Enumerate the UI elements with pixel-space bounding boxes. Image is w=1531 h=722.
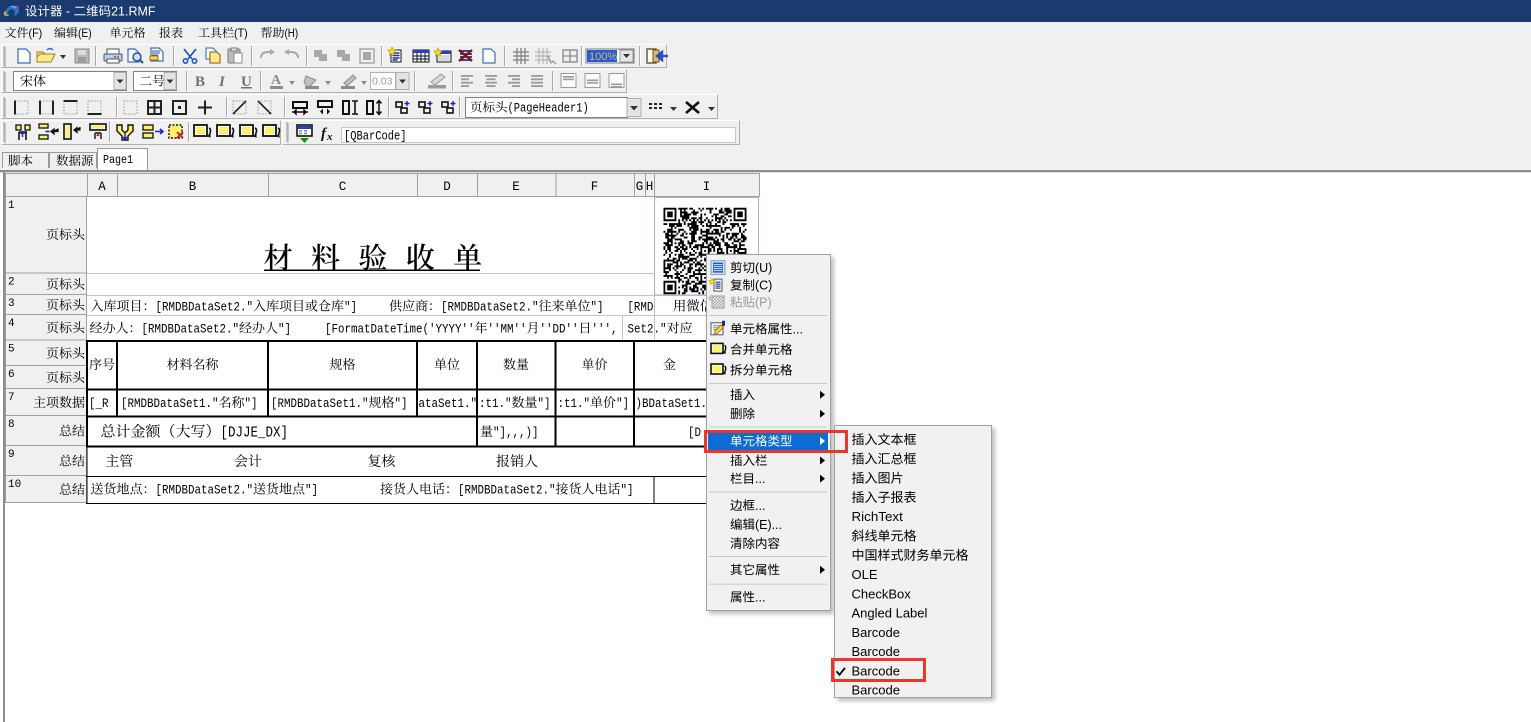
svg-text:(U): (U)	[755, 261, 772, 275]
svg-text:...: ...	[755, 499, 765, 513]
svg-text:OLE: OLE	[852, 567, 878, 582]
svg-text:(P): (P)	[755, 296, 772, 310]
svg-text:...: ...	[755, 472, 765, 486]
svg-text:(C): (C)	[755, 279, 772, 293]
svg-text:CheckBox: CheckBox	[852, 586, 912, 601]
svg-text:RichText: RichText	[852, 509, 904, 524]
svg-text:Angled Label: Angled Label	[852, 606, 928, 621]
svg-text:...: ...	[793, 322, 803, 336]
svg-text:...: ...	[755, 590, 765, 604]
svg-text:Barcode: Barcode	[852, 683, 900, 698]
svg-text:(E)...: (E)...	[755, 518, 782, 532]
svg-text:Barcode: Barcode	[852, 625, 900, 640]
